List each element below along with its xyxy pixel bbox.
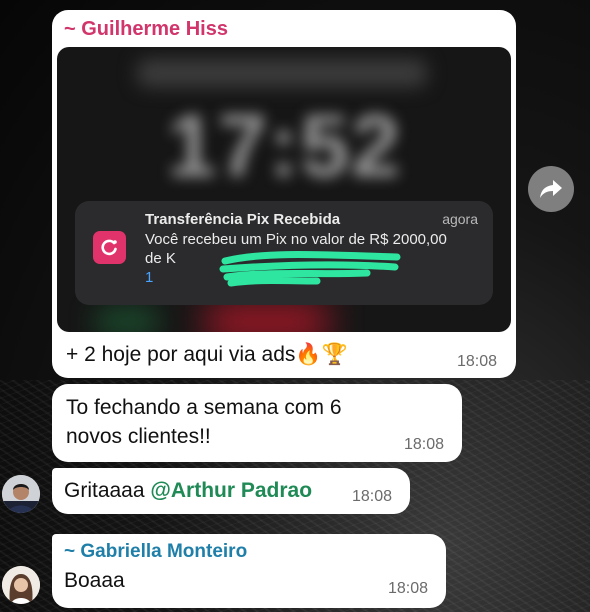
blurred-wallpaper-glow	[207, 302, 327, 332]
notification-time: agora	[442, 211, 478, 227]
blurred-date	[137, 59, 427, 87]
message-bubble[interactable]: To fechando a semana com 6 novos cliente…	[52, 384, 462, 462]
blurred-wallpaper-glow	[97, 309, 157, 332]
pix-app-icon	[93, 231, 126, 264]
message-text: + 2 hoje por aqui via ads🔥🏆	[66, 343, 348, 366]
message-text: Gritaaaa @Arthur Padrao	[64, 476, 312, 505]
forward-arrow-icon	[540, 180, 562, 198]
notification-card: Transferência Pix Recebida agora Você re…	[75, 201, 493, 305]
message-text-prefix: Gritaaaa	[64, 479, 151, 502]
message-bubble[interactable]: Gritaaaa @Arthur Padrao 18:08	[52, 468, 410, 514]
notification-title: Transferência Pix Recebida	[145, 211, 341, 228]
sender-name[interactable]: ~ Gabriella Monteiro	[64, 541, 247, 563]
lockscreen-clock: 17:52	[167, 96, 403, 195]
sender-name[interactable]: ~ Guilherme Hiss	[64, 18, 228, 41]
avatar[interactable]	[2, 475, 40, 513]
message-time: 18:08	[457, 353, 498, 370]
message-bubble[interactable]: ~ Guilherme Hiss 17:52 Transferência Pix…	[52, 10, 516, 378]
redaction-scribble	[219, 251, 401, 287]
message-bubble[interactable]: ~ Gabriella Monteiro Boaaa 18:08	[52, 534, 446, 608]
message-text: To fechando a semana com 6 novos cliente…	[66, 396, 342, 448]
forward-button[interactable]	[528, 166, 574, 212]
avatar[interactable]	[2, 566, 40, 604]
user-mention[interactable]: @Arthur Padrao	[150, 479, 312, 502]
message-time: 18:08	[404, 436, 445, 453]
message-text: Boaaa	[64, 569, 125, 592]
message-time: 18:08	[352, 488, 393, 505]
message-time: 18:08	[388, 580, 429, 597]
image-attachment[interactable]: 17:52 Transferência Pix Recebida agora V…	[57, 47, 511, 332]
